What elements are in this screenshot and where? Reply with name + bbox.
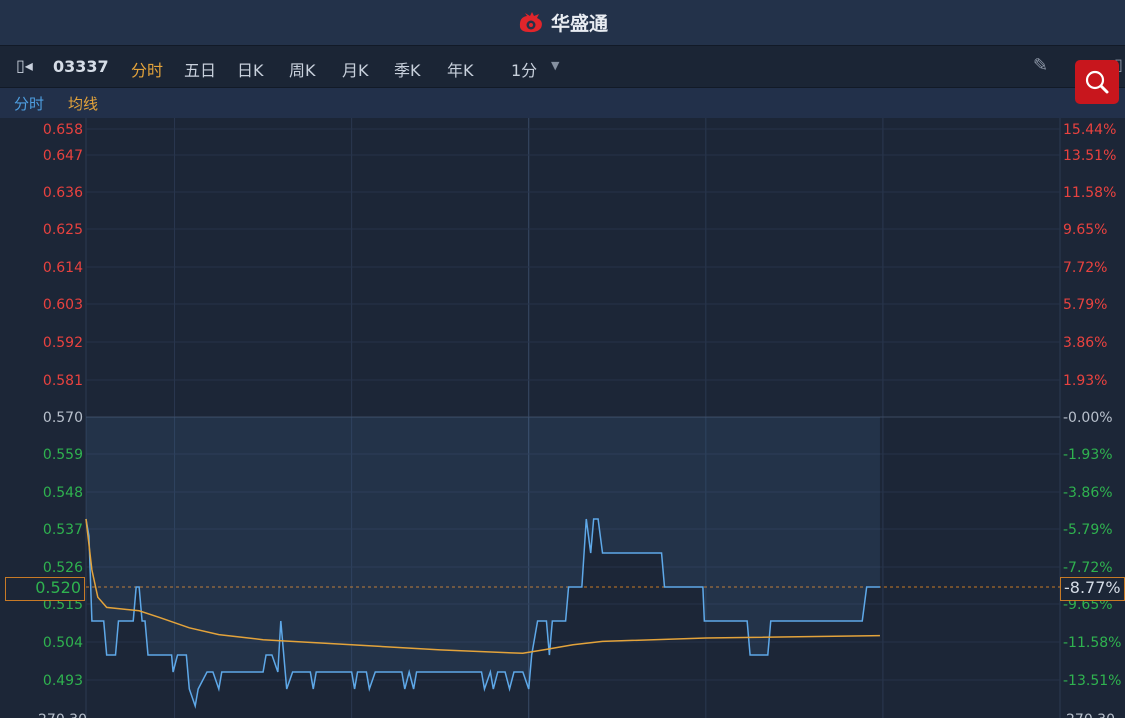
tab-intraday[interactable]: 分时 bbox=[131, 57, 163, 81]
tab-daily-k[interactable]: 日K bbox=[237, 57, 264, 81]
pct-tick-label: -1.93% bbox=[1063, 447, 1113, 463]
pct-tick-label: 15.44% bbox=[1063, 122, 1116, 138]
collapse-panel-icon[interactable]: ▯◂ bbox=[16, 56, 33, 75]
legend-price: 分时 bbox=[14, 95, 45, 113]
price-area bbox=[86, 417, 880, 706]
price-tick-label: 0.614 bbox=[43, 260, 83, 276]
price-tick-label: 0.548 bbox=[43, 485, 83, 501]
pct-tick-label: 9.65% bbox=[1063, 222, 1107, 238]
pct-tick-label: -13.51% bbox=[1063, 673, 1121, 689]
price-tick-label: 0.636 bbox=[43, 185, 83, 201]
stock-code: 03337 bbox=[53, 57, 109, 76]
price-tick-label: 0.526 bbox=[43, 560, 83, 576]
price-tick-label: 0.581 bbox=[43, 373, 83, 389]
search-button[interactable] bbox=[1075, 60, 1119, 104]
price-tick-label: 0.559 bbox=[43, 447, 83, 463]
price-tick-label: 0.647 bbox=[43, 148, 83, 164]
pct-tick-label: -7.72% bbox=[1063, 560, 1113, 576]
pct-tick-label: -3.86% bbox=[1063, 485, 1113, 501]
pct-tick-label: 5.79% bbox=[1063, 297, 1107, 313]
tab-quarterly-k[interactable]: 季K bbox=[394, 57, 421, 81]
toolbar: ▯◂ 03337 分时 五日 日K 周K 月K 季K 年K 1分 ▼ ✎ ▯ bbox=[0, 45, 1125, 88]
pct-tick-label: -11.58% bbox=[1063, 635, 1121, 651]
interval-select[interactable]: 1分 bbox=[511, 57, 537, 81]
pct-tick-label: 3.86% bbox=[1063, 335, 1107, 351]
pct-tick-label: -0.00% bbox=[1063, 410, 1113, 426]
bottom-axis-label: 270.30 bbox=[38, 712, 87, 718]
app-title: 华盛通 bbox=[550, 13, 608, 35]
tab-weekly-k[interactable]: 周K bbox=[289, 57, 316, 81]
pct-tick-label: -5.79% bbox=[1063, 522, 1113, 538]
pct-tick-label: 1.93% bbox=[1063, 373, 1107, 389]
bottom-axis-label: 270.30 bbox=[1066, 712, 1115, 718]
price-tick-label: 0.603 bbox=[43, 297, 83, 313]
price-tick-label: 0.493 bbox=[43, 673, 83, 689]
pencil-icon[interactable]: ✎ bbox=[1033, 55, 1048, 76]
tab-yearly-k[interactable]: 年K bbox=[447, 57, 474, 81]
pct-tick-label: 11.58% bbox=[1063, 185, 1116, 201]
title-bar: 华盛通 bbox=[0, 0, 1125, 45]
pct-tick-label: 7.72% bbox=[1063, 260, 1107, 276]
tab-monthly-k[interactable]: 月K bbox=[342, 57, 369, 81]
pct-tick-label: 13.51% bbox=[1063, 148, 1116, 164]
price-tick-label: 0.504 bbox=[43, 635, 83, 651]
price-tick-label: 0.625 bbox=[43, 222, 83, 238]
current-pct-label: -8.77% bbox=[1060, 577, 1125, 601]
price-tick-label: 0.658 bbox=[43, 122, 83, 138]
legend-average: 均线 bbox=[68, 95, 99, 113]
search-icon bbox=[1085, 70, 1109, 94]
intraday-chart[interactable]: 0.658 15.44% 0.647 13.51% 0.636 11.58% 0.625 9.… bbox=[0, 118, 1125, 718]
chevron-down-icon[interactable]: ▼ bbox=[551, 59, 559, 72]
price-tick-label: 0.570 bbox=[43, 410, 83, 426]
current-price-label: 0.520 bbox=[5, 577, 85, 601]
chart-legend: 分时 均线 bbox=[0, 88, 1125, 118]
price-tick-label: 0.592 bbox=[43, 335, 83, 351]
price-tick-label: 0.537 bbox=[43, 522, 83, 538]
tab-five-day[interactable]: 五日 bbox=[184, 57, 216, 81]
logo-icon bbox=[519, 11, 542, 32]
